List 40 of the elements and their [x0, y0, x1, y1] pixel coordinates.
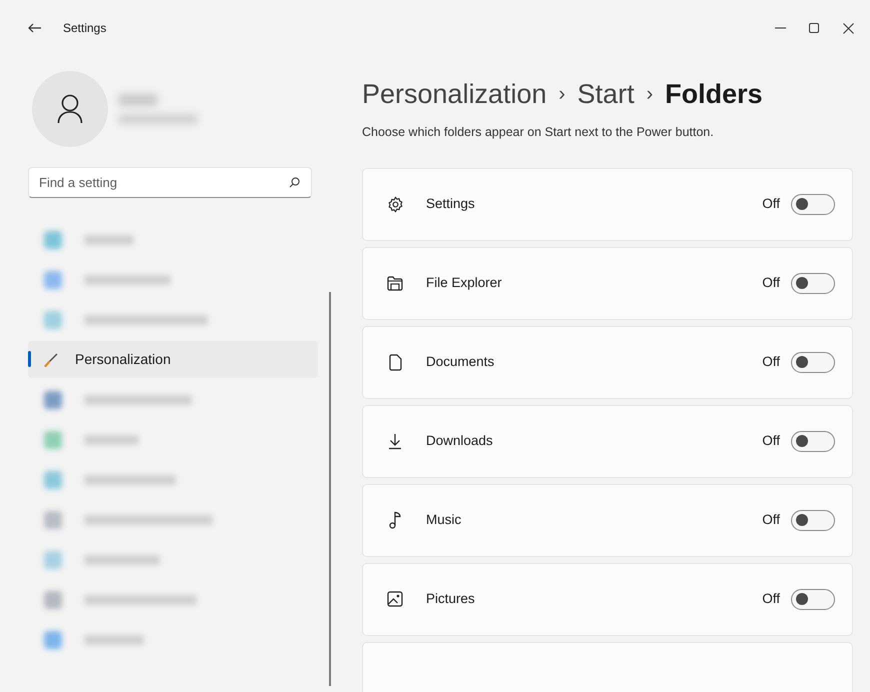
close-icon: [842, 22, 854, 34]
nav-item[interactable]: Personalization: [28, 341, 318, 378]
download-icon: [388, 432, 402, 450]
page-title: Folders: [665, 78, 763, 111]
back-arrow-icon[interactable]: [28, 23, 42, 33]
gear-icon: [386, 196, 404, 213]
setting-label: File Explorer: [426, 274, 503, 292]
picture-icon: [387, 591, 403, 608]
toggle-state: Off: [762, 590, 780, 608]
search-field[interactable]: Find a setting: [28, 167, 312, 198]
breadcrumb-link[interactable]: Start: [577, 74, 634, 114]
setting-label: Documents: [426, 353, 496, 372]
toggle-switch[interactable]: [791, 588, 835, 610]
breadcrumb-separator: ›: [558, 82, 566, 107]
search-icon[interactable]: [289, 177, 300, 188]
toggle-switch[interactable]: [791, 510, 835, 531]
music-note-icon: [389, 511, 401, 530]
paintbrush-icon: [44, 352, 58, 366]
toggle-state: Off: [762, 432, 780, 450]
maximize-icon: [809, 23, 819, 33]
breadcrumb-link[interactable]: Personalization: [362, 74, 547, 114]
setting-label: Settings: [426, 195, 476, 214]
minimize-icon: [774, 27, 786, 29]
breadcrumb-separator: ›: [646, 82, 653, 107]
toggle-switch[interactable]: [791, 272, 835, 294]
document-icon: [388, 354, 402, 371]
toggle-switch[interactable]: [791, 352, 835, 373]
description: Choose which folders appear on Start next to the Power button.: [362, 124, 715, 141]
toggle-state: Off: [762, 195, 780, 214]
window-title: Settings: [63, 20, 106, 37]
setting-label: Pictures: [426, 590, 476, 608]
toggle-switch[interactable]: [791, 194, 835, 215]
folder-icon: [387, 276, 403, 291]
setting-label: Downloads: [426, 432, 494, 450]
toggle-switch[interactable]: [791, 430, 835, 452]
toggle-state: Off: [762, 353, 780, 372]
toggle-state: Off: [762, 274, 780, 292]
setting-label: Music: [426, 511, 462, 530]
person-icon: [57, 94, 83, 124]
toggle-state: Off: [762, 511, 780, 530]
